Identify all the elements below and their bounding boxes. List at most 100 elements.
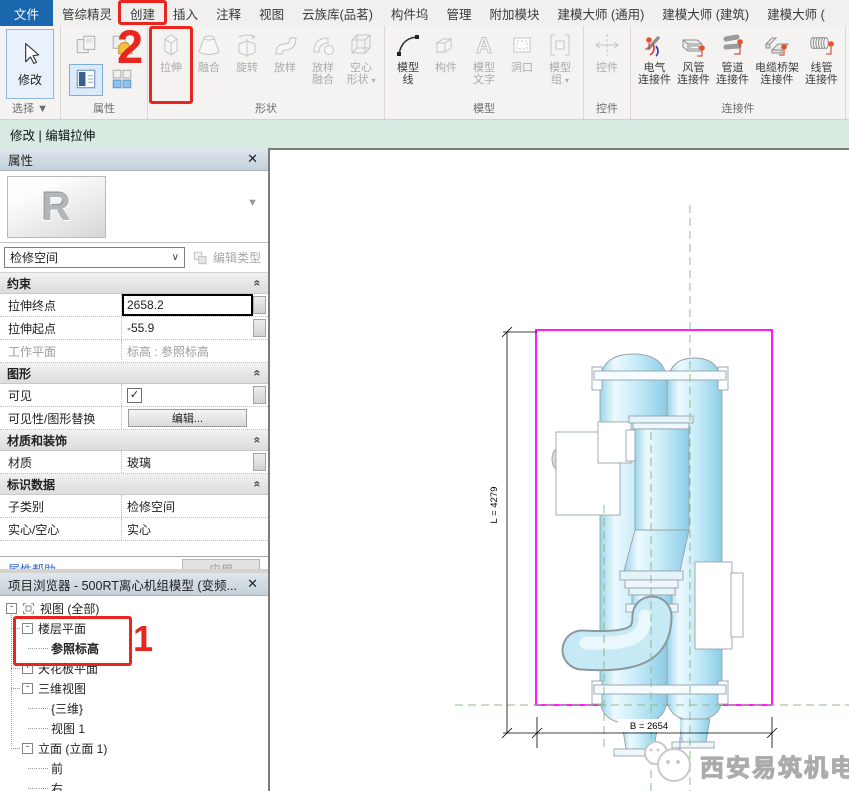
drawing-area[interactable]: L = 4279 B = 2654 西安易筑机电 — [268, 148, 849, 791]
properties-palette-button[interactable] — [69, 64, 103, 96]
extrude-button[interactable]: 拉伸 — [152, 28, 190, 100]
tree-item-视图 (全部)[interactable]: -视图 (全部) — [0, 598, 268, 618]
tree-expander[interactable]: + — [22, 663, 33, 674]
panel-label-2: 形状 — [148, 102, 384, 119]
property-group-约束[interactable]: 约束« — [0, 273, 268, 294]
component-button[interactable]: 构件 — [427, 28, 465, 100]
properties-header: 属性 ✕ — [0, 148, 268, 171]
tree-item-立面 (立面 1)[interactable]: -立面 (立面 1) — [0, 738, 268, 758]
tray-connector-button[interactable]: 电缆桥架连接件 — [752, 28, 802, 100]
blend-button[interactable]: 融合 — [190, 28, 228, 100]
tree-item-楼层平面[interactable]: -楼层平面 — [0, 618, 268, 638]
revolve-button[interactable]: 旋转 — [228, 28, 266, 100]
tab-构件坞[interactable]: 构件坞 — [382, 0, 438, 26]
properties-grid: 约束«拉伸终点2658.2拉伸起点-55.9工作平面标高 : 参照标高图形«可见… — [0, 273, 268, 541]
associate-param-button[interactable] — [253, 319, 266, 337]
associate-param-button[interactable] — [253, 386, 266, 404]
family-types-button[interactable] — [105, 64, 139, 96]
tab-附加模块[interactable]: 附加模块 — [480, 0, 548, 26]
tree-expander[interactable]: - — [22, 743, 33, 754]
tab-建模大师 ([interactable]: 建模大师 ( — [758, 0, 834, 26]
tab-建模大师 (通用)[interactable]: 建模大师 (通用) — [548, 0, 653, 26]
property-value-可见性/图形替换[interactable]: 编辑... — [122, 407, 253, 429]
project-browser-title: 项目浏览器 - 500RT离心机组模型 (变频... — [8, 575, 245, 594]
close-icon[interactable]: ✕ — [245, 151, 260, 167]
tree-item-视图 1[interactable]: 视图 1 — [0, 718, 268, 738]
dim-width-label[interactable]: B = 2654 — [630, 721, 668, 732]
opening-button[interactable]: 洞口 — [503, 28, 541, 100]
property-row-工作平面: 工作平面标高 : 参照标高 — [0, 340, 268, 363]
property-group-材质和装饰[interactable]: 材质和装饰« — [0, 430, 268, 451]
tree-item-天花板平面[interactable]: +天花板平面 — [0, 658, 268, 678]
property-label: 工作平面 — [0, 340, 122, 362]
ribbon-panel-3: 模型线构件A模型文字洞口模型组 ▾模型 — [385, 26, 584, 119]
property-value-工作平面[interactable]: 标高 : 参照标高 — [122, 340, 253, 362]
edit-type-icon — [193, 250, 209, 266]
property-value-可见[interactable]: ✓ — [122, 384, 253, 406]
control-icon — [592, 30, 622, 60]
visible-checkbox[interactable]: ✓ — [127, 388, 142, 403]
property-value-拉伸起点[interactable]: -55.9 — [122, 317, 253, 339]
panel-label-0[interactable]: 选择 ▼ — [0, 102, 60, 119]
project-browser-header: 项目浏览器 - 500RT离心机组模型 (变频... ✕ — [0, 573, 268, 596]
family-params-button[interactable] — [105, 30, 139, 62]
elec-connector-button[interactable]: 电气连接件 — [635, 28, 674, 100]
conduit-connector-button[interactable]: 线管连接件 — [802, 28, 841, 100]
tree-item-前[interactable]: 前 — [0, 758, 268, 778]
conduit-connector-icon — [807, 30, 837, 60]
chevron-down-icon[interactable]: ▼ — [247, 197, 258, 209]
associate-param-button[interactable] — [253, 296, 266, 314]
tab-云族库(品茗)[interactable]: 云族库(品茗) — [293, 0, 382, 26]
modify-button[interactable]: 修改 — [6, 29, 54, 99]
void-button[interactable]: 空心形状 ▾ — [342, 28, 380, 100]
property-row-子类别: 子类别检修空间 — [0, 495, 268, 518]
duct-connector-icon — [679, 30, 709, 60]
tree-item-{三维}[interactable]: {三维} — [0, 698, 268, 718]
property-value-子类别[interactable]: 检修空间 — [122, 495, 253, 517]
tree-item-右[interactable]: 右 — [0, 778, 268, 791]
type-preview: R ▼ — [0, 171, 268, 243]
sweep-button[interactable]: 放样 — [266, 28, 304, 100]
property-value-实心/空心[interactable]: 实心 — [122, 518, 253, 540]
property-group-图形[interactable]: 图形« — [0, 363, 268, 384]
property-row-可见: 可见✓ — [0, 384, 268, 407]
pipe-connector-button[interactable]: 管道连接件 — [713, 28, 752, 100]
tree-expander[interactable]: - — [22, 683, 33, 694]
tab-插入[interactable]: 插入 — [164, 0, 207, 26]
duct-connector-button[interactable]: 风管连接件 — [674, 28, 713, 100]
tab-创建[interactable]: 创建 — [121, 0, 164, 26]
tree-item-三维视图[interactable]: -三维视图 — [0, 678, 268, 698]
tree-expander[interactable]: - — [22, 623, 33, 634]
model-group-button[interactable]: 模型组 ▾ — [541, 28, 579, 100]
project-browser-tree: 1 -视图 (全部)-楼层平面参照标高+天花板平面-三维视图{三维}视图 1-立… — [0, 596, 268, 791]
options-bar: 修改 | 编辑拉伸 — [0, 119, 849, 149]
project-browser: 项目浏览器 - 500RT离心机组模型 (变频... ✕ 1 -视图 (全部)-… — [0, 569, 268, 791]
sweep-blend-button[interactable]: 放样融合 — [304, 28, 342, 100]
close-icon[interactable]: ✕ — [245, 576, 260, 592]
edit-type-button[interactable]: 编辑类型 — [190, 249, 264, 266]
property-value-材质[interactable]: 玻璃 — [122, 451, 253, 473]
tree-item-参照标高[interactable]: 参照标高 — [0, 638, 268, 658]
family-category-button[interactable] — [69, 30, 103, 62]
edit-button[interactable]: 编辑... — [128, 409, 246, 427]
tab-管综精灵[interactable]: 管综精灵 — [53, 0, 121, 26]
model-line-icon — [393, 30, 423, 60]
type-selector[interactable]: 检修空间 ∨ — [4, 247, 185, 268]
tab-文件[interactable]: 文件 — [0, 0, 53, 26]
tab-建模大师 (建筑)[interactable]: 建模大师 (建筑) — [653, 0, 758, 26]
tab-管理[interactable]: 管理 — [437, 0, 480, 26]
views-icon — [21, 601, 36, 616]
sweep-blend-icon — [308, 30, 338, 60]
control-button[interactable]: 控件 — [588, 28, 626, 100]
tree-expander[interactable]: - — [6, 603, 17, 614]
model-line-button[interactable]: 模型线 — [389, 28, 427, 100]
tab-注释[interactable]: 注释 — [207, 0, 250, 26]
tab-视图[interactable]: 视图 — [250, 0, 293, 26]
model-text-icon: A — [469, 30, 499, 60]
model-text-button[interactable]: A模型文字 — [465, 28, 503, 100]
associate-param-button[interactable] — [253, 453, 266, 471]
property-group-标识数据[interactable]: 标识数据« — [0, 474, 268, 495]
dim-length-label[interactable]: L = 4279 — [489, 487, 500, 524]
ribbon-panel-2: 拉伸融合旋转放样放样融合空心形状 ▾ 形状 — [148, 26, 385, 119]
property-value-拉伸终点[interactable]: 2658.2 — [122, 294, 253, 316]
